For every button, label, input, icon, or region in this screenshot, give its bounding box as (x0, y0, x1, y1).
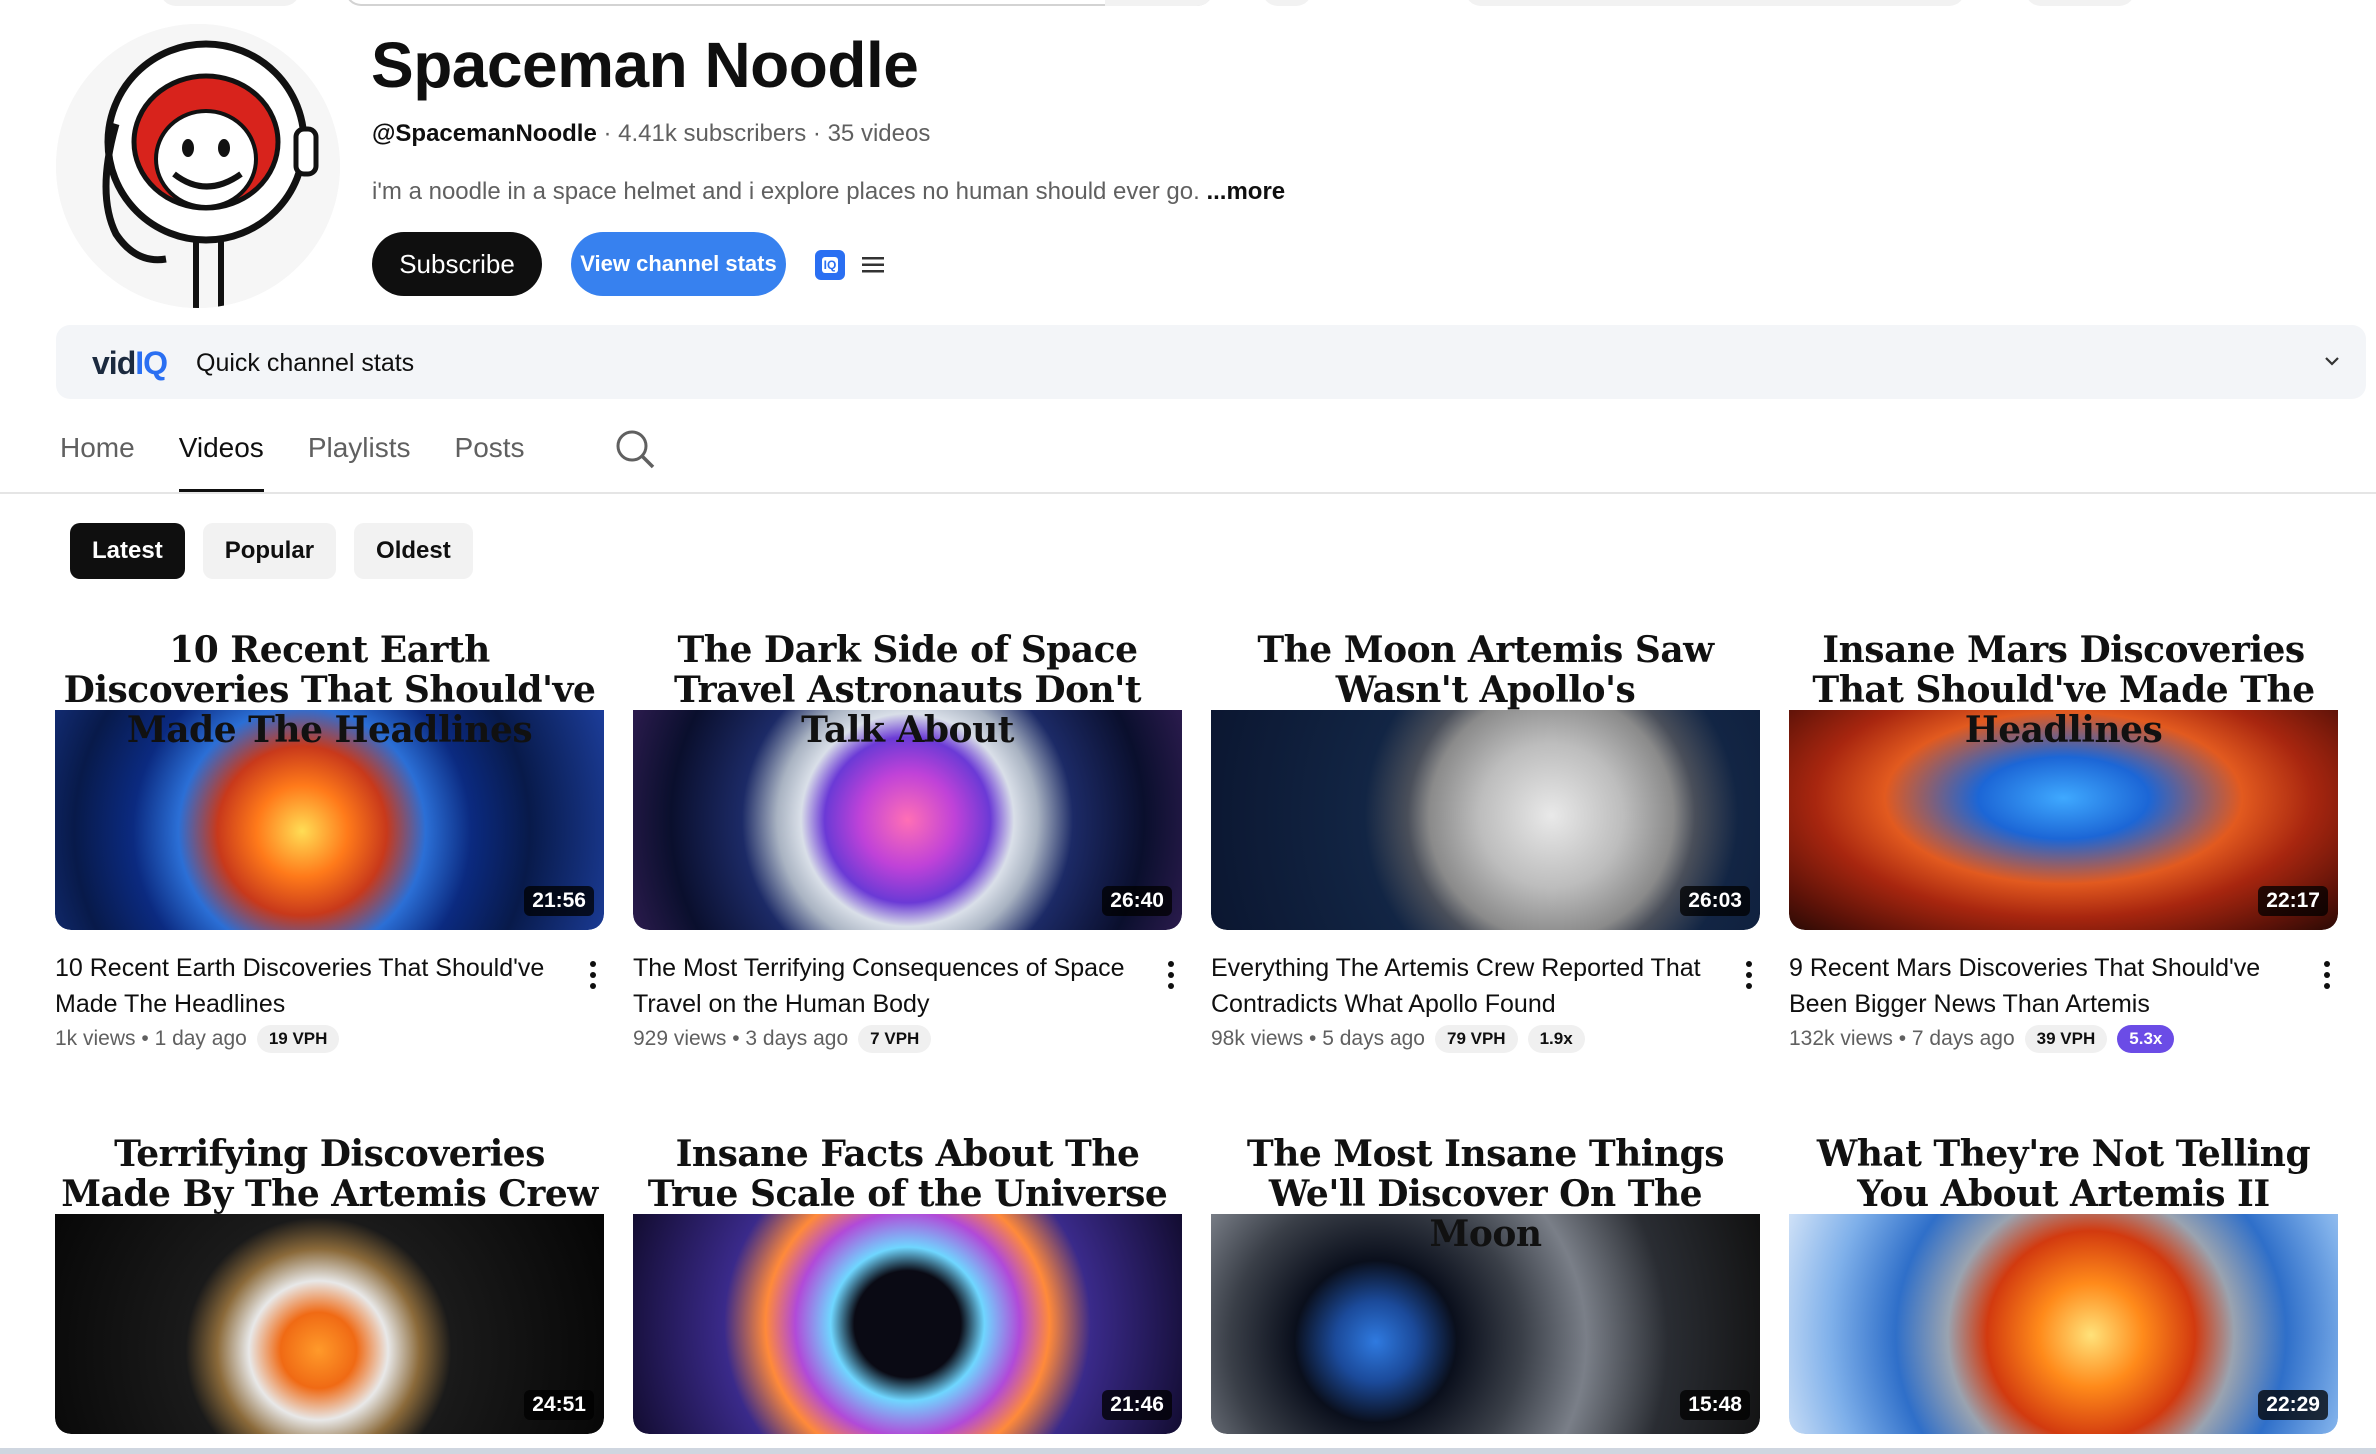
multiplier-badge: 1.9x (1527, 1025, 1585, 1053)
menu-icon[interactable] (862, 256, 884, 274)
vph-badge: 39 VPH (2024, 1025, 2108, 1053)
video-thumbnail[interactable]: 10 Recent Earth Discoveries That Should'… (55, 620, 604, 930)
video-card[interactable]: 10 Recent Earth Discoveries That Should'… (55, 620, 604, 1053)
video-duration: 22:17 (2258, 886, 2328, 916)
video-duration: 15:48 (1680, 1390, 1750, 1420)
subscribe-label: Subscribe (399, 248, 515, 279)
video-duration: 26:03 (1680, 886, 1750, 916)
video-meta: 929 views • 3 days ago 7 VPH (633, 1025, 932, 1053)
video-duration: 21:56 (524, 886, 594, 916)
channel-tabs: Home Videos Playlists Posts (60, 428, 569, 492)
channel-meta: @SpacemanNoodle · 4.41k subscribers · 35… (372, 120, 931, 147)
more-vert-icon[interactable] (590, 960, 596, 990)
video-thumbnail[interactable]: Insane Mars Discoveries That Should've M… (1789, 620, 2338, 930)
more-vert-icon[interactable] (1746, 960, 1752, 990)
channel-handle: @SpacemanNoodle (372, 120, 597, 147)
view-count: 98k views (1211, 1027, 1304, 1050)
vidiq-icon[interactable]: IQ (815, 250, 845, 280)
video-thumbnail[interactable]: The Moon Artemis Saw Wasn't Apollo's 26:… (1211, 620, 1760, 930)
voice-search-button[interactable] (1262, 0, 1312, 6)
multiplier-badge: 5.3x (2117, 1025, 2175, 1053)
thumbnail-title: Insane Facts About The True Scale of the… (647, 1133, 1168, 1215)
search-submit-button[interactable] (1105, 0, 1213, 6)
view-channel-stats-button[interactable]: View channel stats (571, 232, 786, 296)
thumbnail-title: 10 Recent Earth Discoveries That Should'… (63, 629, 596, 751)
video-meta: 1k views • 1 day ago 19 VPH (55, 1025, 340, 1053)
thumbnail-title: Terrifying Discoveries Made By The Artem… (61, 1133, 598, 1215)
video-card[interactable]: Terrifying Discoveries Made By The Artem… (55, 1124, 604, 1434)
thumbnail-art (55, 1214, 604, 1434)
view-count: 1k views (55, 1027, 136, 1050)
tabs-divider (0, 492, 2376, 494)
video-title[interactable]: 10 Recent Earth Discoveries That Should'… (55, 950, 555, 1022)
thumbnail-art (1211, 710, 1760, 930)
search-icon[interactable] (614, 428, 656, 470)
chip-popular[interactable]: Popular (202, 523, 337, 579)
video-card[interactable]: Insane Mars Discoveries That Should've M… (1789, 620, 2338, 1053)
channel-description[interactable]: i'm a noodle in a space helmet and i exp… (372, 178, 1285, 206)
vidiq-quick-stats-bar[interactable]: vidIQ Quick channel stats (56, 325, 2366, 399)
chip-latest[interactable]: Latest (70, 523, 185, 579)
video-card[interactable]: The Moon Artemis Saw Wasn't Apollo's 26:… (1211, 620, 1760, 1053)
vidiq-label: Quick channel stats (196, 349, 415, 377)
chip-oldest[interactable]: Oldest (354, 523, 473, 579)
upload-age: 3 days ago (745, 1027, 849, 1050)
video-duration: 22:29 (2258, 1390, 2328, 1420)
thumbnail-title: The Most Insane Things We'll Discover On… (1246, 1133, 1725, 1255)
video-thumbnail[interactable]: Terrifying Discoveries Made By The Artem… (55, 1124, 604, 1434)
topbar-element (1465, 0, 1965, 6)
description-more-link[interactable]: ...more (1206, 178, 1285, 205)
sort-chips: Latest Popular Oldest (70, 523, 473, 579)
video-thumbnail[interactable]: The Dark Side of Space Travel Astronauts… (633, 620, 1182, 930)
topbar-element (160, 0, 300, 6)
video-meta: 132k views • 7 days ago 39 VPH 5.3x (1789, 1025, 2175, 1053)
search-bar[interactable] (345, 0, 1213, 6)
chevron-down-icon[interactable] (2324, 353, 2340, 369)
vph-badge: 7 VPH (858, 1025, 932, 1053)
video-title[interactable]: 9 Recent Mars Discoveries That Should've… (1789, 950, 2289, 1022)
video-thumbnail[interactable]: The Most Insane Things We'll Discover On… (1211, 1124, 1760, 1434)
video-title[interactable]: The Most Terrifying Consequences of Spac… (633, 950, 1133, 1022)
subscriber-count: 4.41k subscribers (618, 120, 807, 147)
vph-badge: 19 VPH (256, 1025, 340, 1053)
video-thumbnail[interactable]: What They're Not Telling You About Artem… (1789, 1124, 2338, 1434)
video-card[interactable]: What They're Not Telling You About Artem… (1789, 1124, 2338, 1434)
video-card[interactable]: The Dark Side of Space Travel Astronauts… (633, 620, 1182, 1053)
video-card[interactable]: The Most Insane Things We'll Discover On… (1211, 1124, 1760, 1434)
video-duration: 21:46 (1102, 1390, 1172, 1420)
window-bottom-edge (0, 1448, 2376, 1454)
video-count: 35 videos (827, 120, 931, 147)
upload-age: 1 day ago (154, 1027, 247, 1050)
subscribe-button[interactable]: Subscribe (372, 232, 542, 296)
channel-name: Spaceman Noodle (371, 29, 919, 101)
video-duration: 24:51 (524, 1390, 594, 1420)
thumbnail-title: Insane Mars Discoveries That Should've M… (1812, 629, 2315, 751)
more-vert-icon[interactable] (2324, 960, 2330, 990)
vidiq-logo: vidIQ (92, 345, 168, 381)
video-card[interactable]: Insane Facts About The True Scale of the… (633, 1124, 1182, 1434)
vph-badge: 79 VPH (1434, 1025, 1518, 1053)
tab-posts[interactable]: Posts (455, 428, 525, 492)
thumbnail-title: The Dark Side of Space Travel Astronauts… (674, 629, 1141, 751)
view-count: 132k views (1789, 1027, 1893, 1050)
upload-age: 7 days ago (1911, 1027, 2015, 1050)
tab-home[interactable]: Home (60, 428, 135, 492)
video-duration: 26:40 (1102, 886, 1172, 916)
view-count: 929 views (633, 1027, 727, 1050)
video-title[interactable]: Everything The Artemis Crew Reported Tha… (1211, 950, 1711, 1022)
topbar-element (2025, 0, 2135, 6)
thumbnail-title: The Moon Artemis Saw Wasn't Apollo's (1257, 629, 1714, 711)
video-meta: 98k views • 5 days ago 79 VPH 1.9x (1211, 1025, 1585, 1053)
more-vert-icon[interactable] (1168, 960, 1174, 990)
thumbnail-art (1789, 1214, 2338, 1434)
video-thumbnail[interactable]: Insane Facts About The True Scale of the… (633, 1124, 1182, 1434)
thumbnail-title: What They're Not Telling You About Artem… (1816, 1133, 2311, 1215)
channel-avatar[interactable] (56, 24, 340, 308)
thumbnail-art (633, 1214, 1182, 1434)
tab-videos[interactable]: Videos (178, 428, 264, 492)
description-text: i'm a noodle in a space helmet and i exp… (372, 178, 1200, 205)
upload-age: 5 days ago (1322, 1027, 1425, 1050)
tab-playlists[interactable]: Playlists (308, 428, 411, 492)
